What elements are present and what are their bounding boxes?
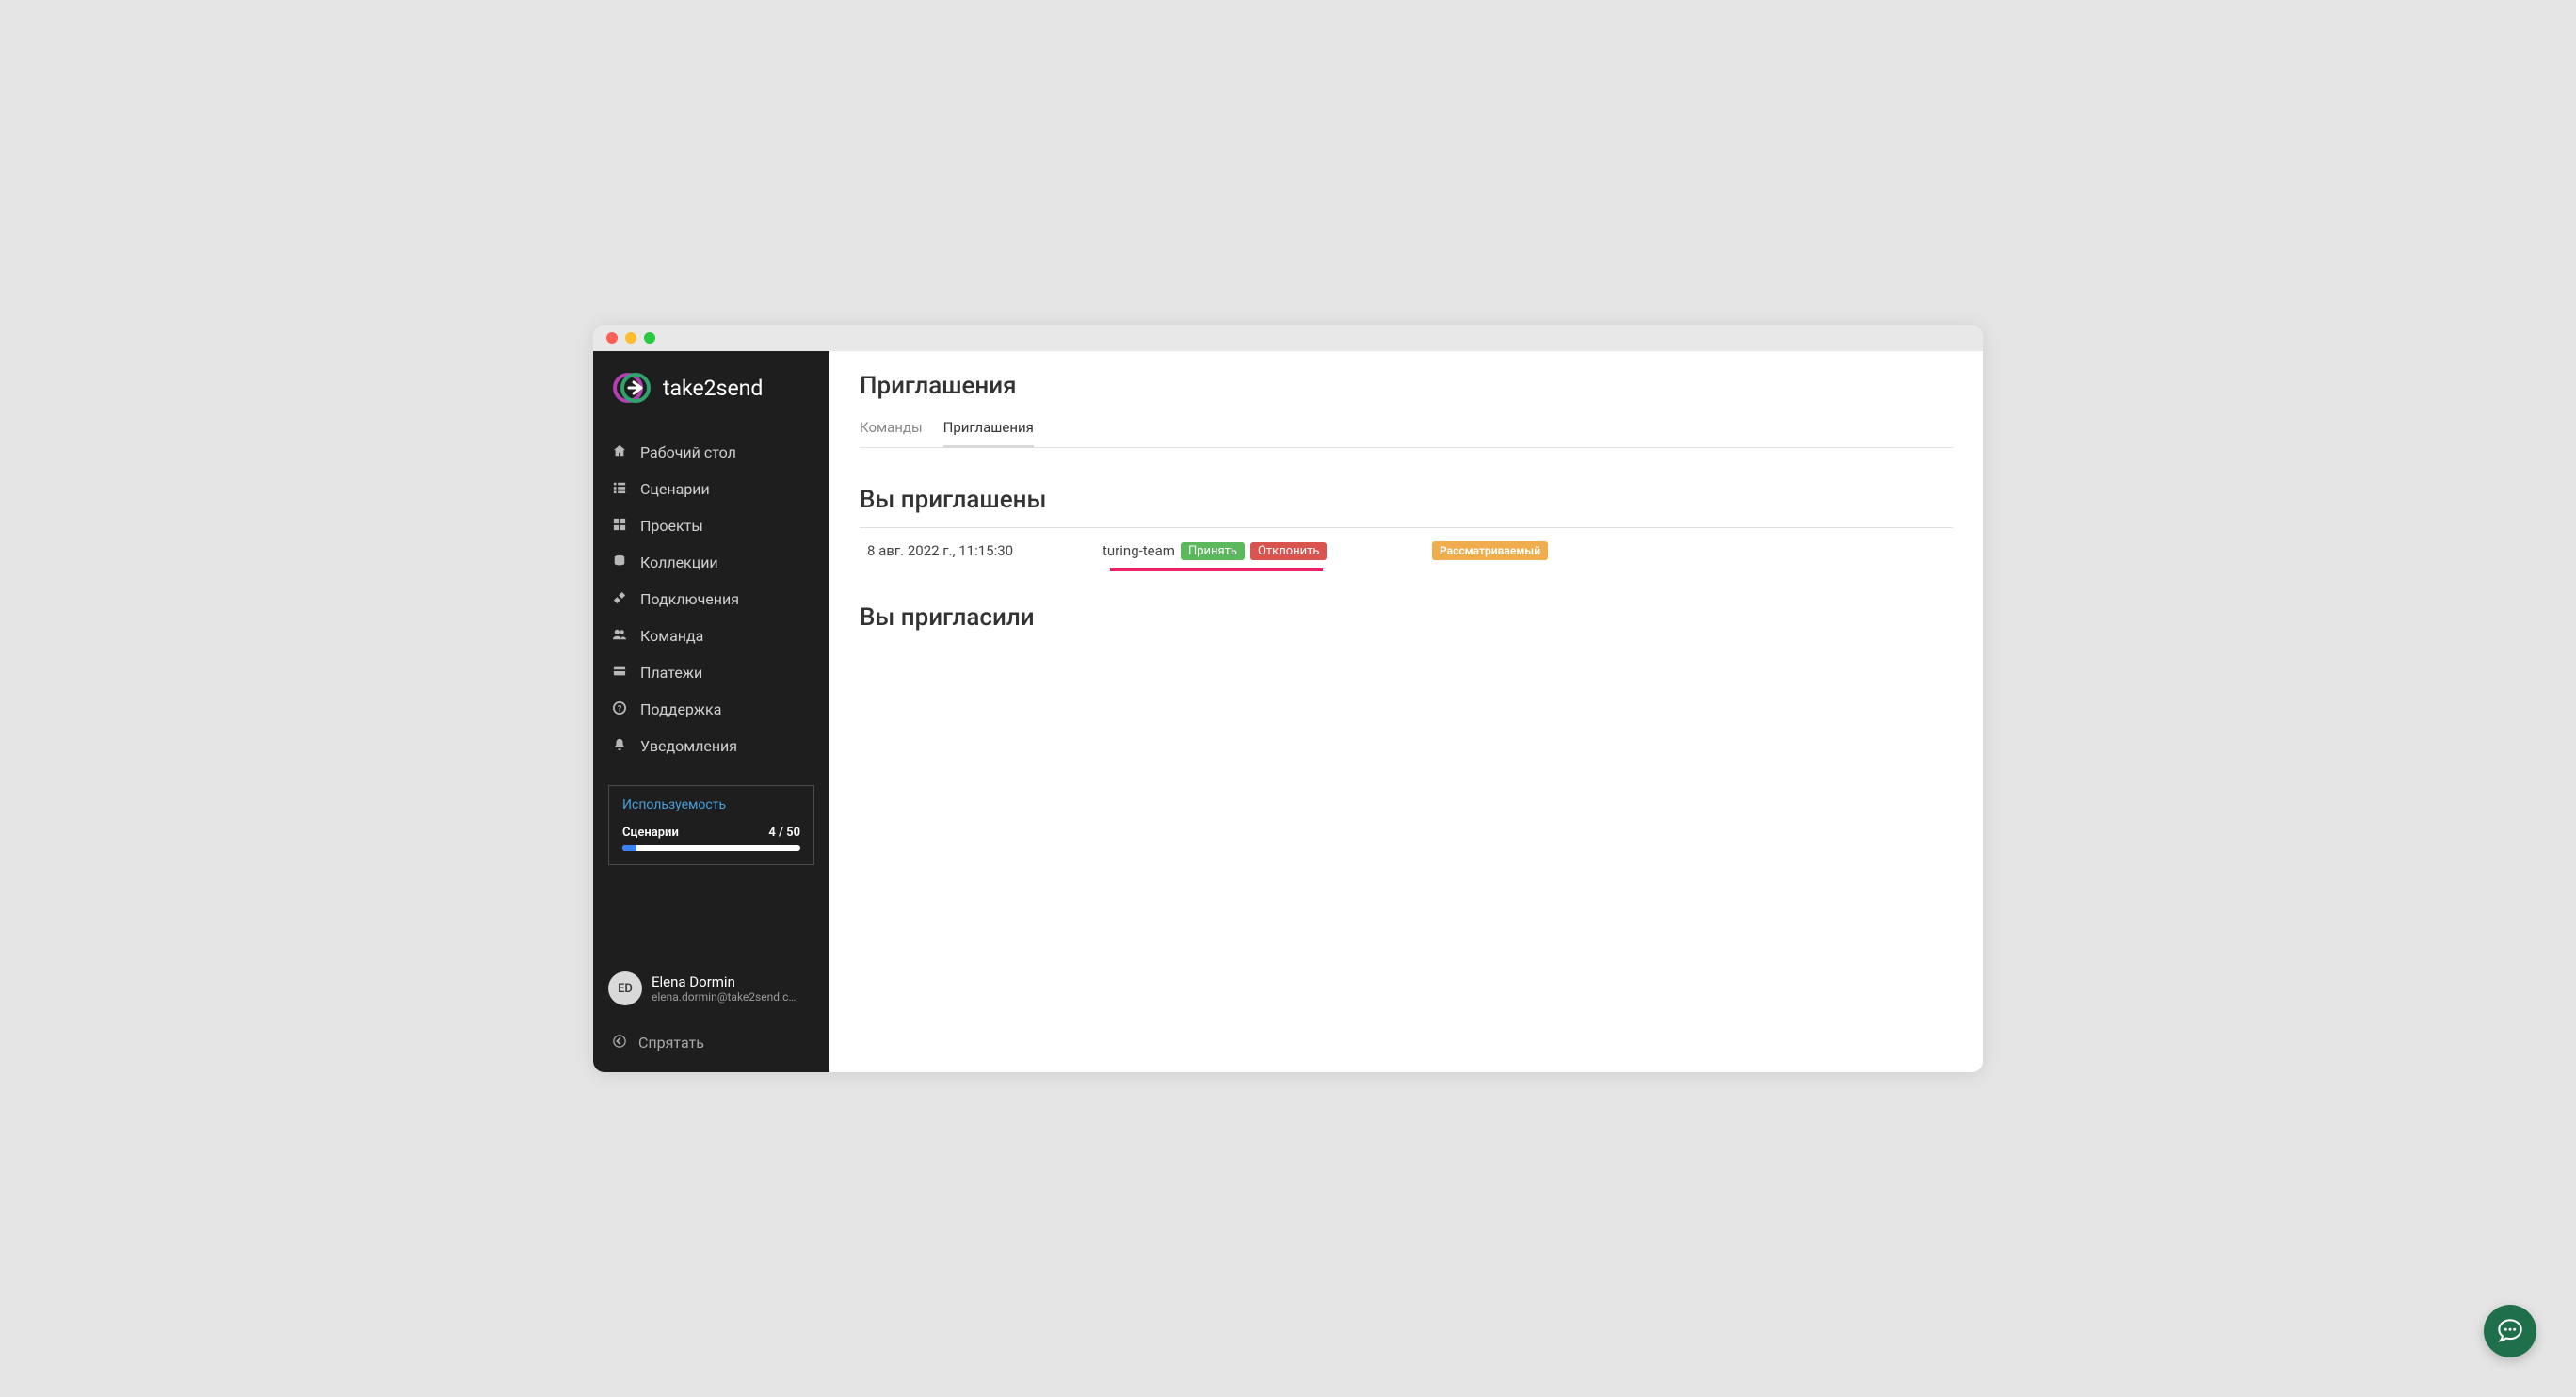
profile-row[interactable]: ED Elena Dormin elena.dormin@take2send.c…: [593, 962, 829, 1024]
chevron-left-icon: [612, 1035, 627, 1052]
nav-list: Рабочий стол Сценарии Проекты: [593, 434, 829, 764]
section-invited-by-you-title: Вы пригласили: [860, 603, 1953, 632]
avatar: ED: [608, 971, 642, 1005]
usage-progress-fill: [622, 845, 636, 851]
main-content: Приглашения Команды Приглашения Вы пригл…: [829, 351, 1983, 1072]
sidebar-item-projects[interactable]: Проекты: [593, 507, 829, 544]
invitations-table: 8 авг. 2022 г., 11:15:30 turing-team При…: [860, 527, 1953, 573]
home-icon: [612, 444, 627, 461]
app-window: take2send Рабочий стол Сценарии: [593, 325, 1983, 1072]
logo-icon: [612, 368, 652, 408]
sidebar-item-notifications[interactable]: Уведомления: [593, 728, 829, 764]
sidebar-item-label: Проекты: [640, 517, 703, 535]
tab-teams[interactable]: Команды: [860, 419, 923, 447]
plug-icon: [612, 591, 627, 608]
sidebar-item-label: Команда: [640, 627, 703, 645]
sidebar-item-label: Платежи: [640, 664, 702, 682]
usage-label: Сценарии: [622, 826, 679, 840]
list-icon: [612, 481, 627, 498]
usage-title: Используемость: [622, 797, 800, 812]
highlight-underline: [1110, 568, 1323, 571]
invitation-status-cell: Рассматриваемый: [1432, 541, 1945, 560]
chat-icon: [2497, 1318, 2523, 1344]
sidebar-item-label: Сценарии: [640, 480, 710, 498]
sidebar-item-label: Коллекции: [640, 554, 718, 571]
database-icon: [612, 554, 627, 571]
sidebar-item-scenarios[interactable]: Сценарии: [593, 471, 829, 507]
collapse-sidebar-button[interactable]: Спрятать: [593, 1024, 829, 1061]
brand-name: take2send: [663, 376, 763, 401]
tabs: Команды Приглашения: [860, 419, 1953, 448]
invitation-date: 8 авг. 2022 г., 11:15:30: [867, 542, 1103, 559]
profile-name: Elena Dormin: [652, 973, 796, 990]
status-badge: Рассматриваемый: [1432, 541, 1548, 560]
sidebar-item-label: Рабочий стол: [640, 443, 736, 461]
help-icon: ?: [612, 701, 627, 718]
window-maximize-button[interactable]: [644, 332, 655, 344]
brand-logo[interactable]: take2send: [593, 368, 829, 434]
usage-row: Сценарии 4 / 50: [622, 826, 800, 840]
sidebar-item-team[interactable]: Команда: [593, 618, 829, 654]
sidebar-item-connections[interactable]: Подключения: [593, 581, 829, 618]
invitation-team-cell: turing-team Принять Отклонить: [1103, 542, 1432, 560]
sidebar-item-label: Подключения: [640, 590, 739, 608]
invitation-row: 8 авг. 2022 г., 11:15:30 turing-team При…: [860, 528, 1953, 573]
section-invited-to-title: Вы приглашены: [860, 486, 1953, 514]
sidebar-item-support[interactable]: ? Поддержка: [593, 691, 829, 728]
page-title: Приглашения: [860, 372, 1953, 400]
window-titlebar: [593, 325, 1983, 351]
content-area: Вы приглашены 8 авг. 2022 г., 11:15:30 t…: [829, 448, 1983, 682]
chat-widget-button[interactable]: [2484, 1305, 2536, 1357]
profile-email: elena.dormin@take2send.c…: [652, 990, 796, 1004]
usage-progress: [622, 845, 800, 851]
usage-panel: Используемость Сценарии 4 / 50: [608, 785, 814, 865]
decline-button[interactable]: Отклонить: [1250, 542, 1327, 560]
sidebar: take2send Рабочий стол Сценарии: [593, 351, 829, 1072]
card-icon: [612, 665, 627, 682]
invitation-team-name: turing-team: [1103, 542, 1175, 559]
page-header: Приглашения Команды Приглашения: [829, 351, 1983, 448]
svg-text:?: ?: [618, 704, 622, 714]
sidebar-item-label: Поддержка: [640, 700, 721, 718]
usage-value: 4 / 50: [768, 826, 800, 840]
profile-info: Elena Dormin elena.dormin@take2send.c…: [652, 973, 796, 1004]
grid-icon: [612, 518, 627, 535]
sidebar-item-collections[interactable]: Коллекции: [593, 544, 829, 581]
window-close-button[interactable]: [606, 332, 618, 344]
sidebar-item-dashboard[interactable]: Рабочий стол: [593, 434, 829, 471]
collapse-label: Спрятать: [638, 1034, 704, 1052]
sidebar-item-payments[interactable]: Платежи: [593, 654, 829, 691]
tab-invitations[interactable]: Приглашения: [943, 419, 1034, 447]
sidebar-item-label: Уведомления: [640, 737, 737, 755]
accept-button[interactable]: Принять: [1181, 542, 1245, 560]
users-icon: [612, 628, 627, 645]
app-body: take2send Рабочий стол Сценарии: [593, 351, 1983, 1072]
window-minimize-button[interactable]: [625, 332, 636, 344]
bell-icon: [612, 738, 627, 755]
